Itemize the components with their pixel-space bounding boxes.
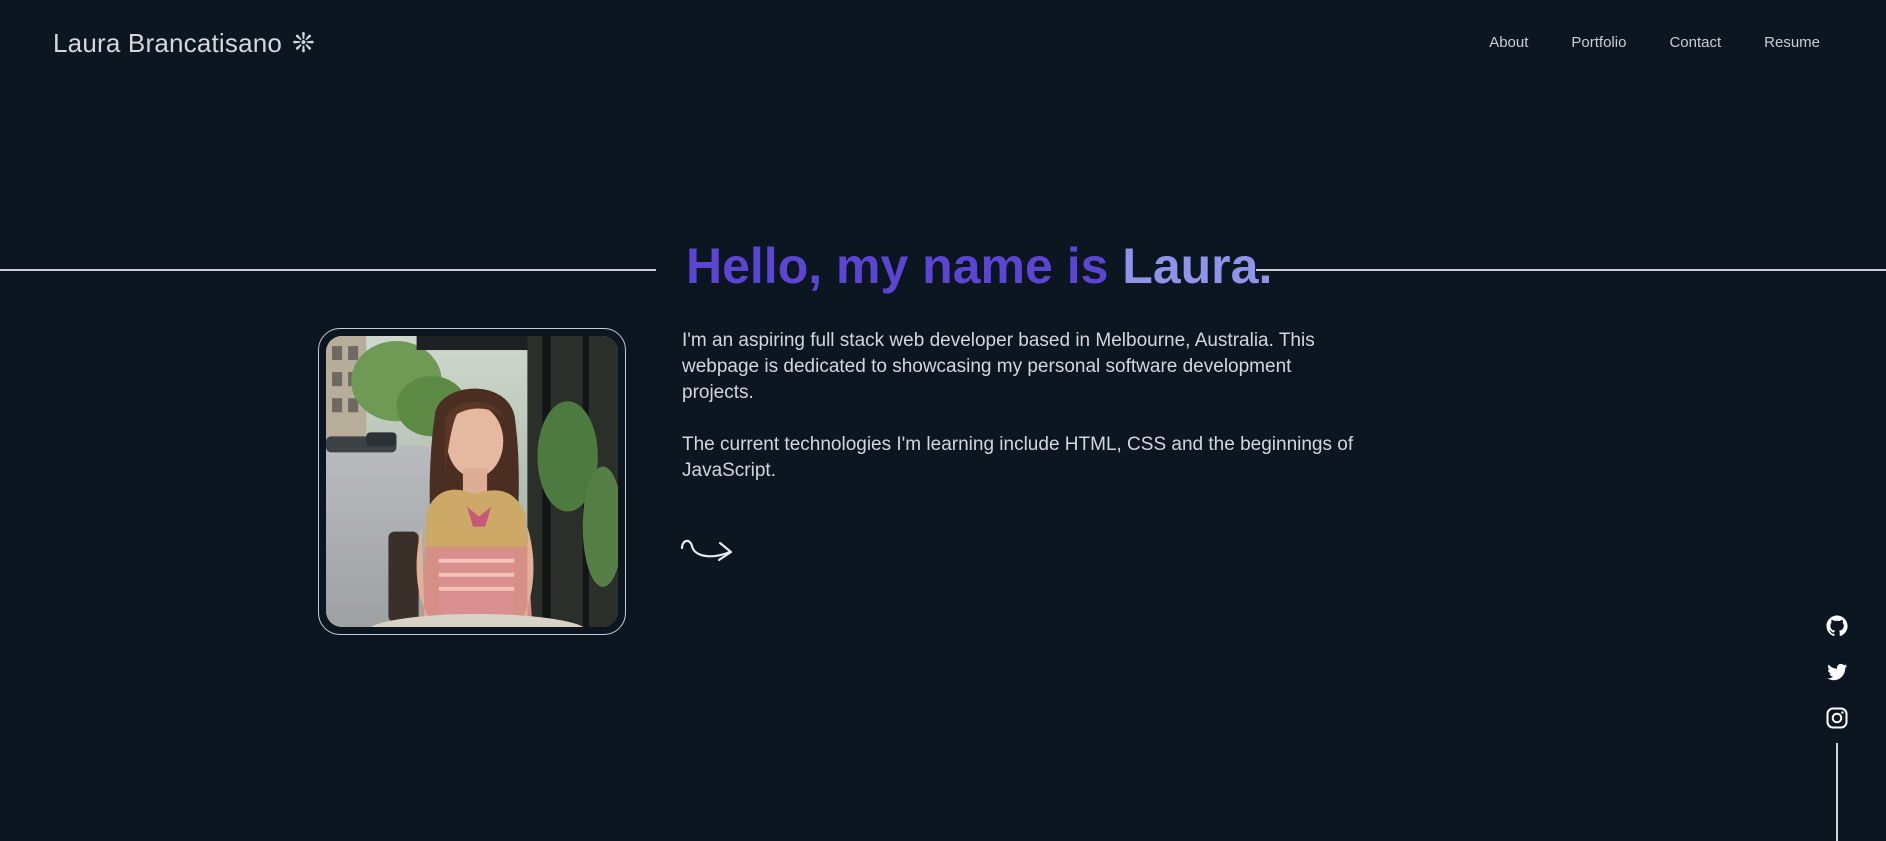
social-divider <box>1836 743 1838 841</box>
github-icon[interactable] <box>1825 614 1849 638</box>
profile-photo-frame <box>318 328 626 635</box>
social-links <box>1824 614 1850 730</box>
profile-photo <box>326 336 618 627</box>
hero-divider-left <box>0 269 656 271</box>
logo-text: Laura Brancatisano <box>53 28 283 58</box>
bio: I'm an aspiring full stack web developer… <box>682 328 1362 484</box>
page: Laura Brancatisano ❊ About Portfolio Con… <box>0 0 1886 841</box>
nav-link-portfolio[interactable]: Portfolio <box>1571 34 1626 51</box>
bio-paragraph-1: I'm an aspiring full stack web developer… <box>682 330 1315 403</box>
hero-divider-right <box>1256 269 1886 271</box>
profile-photo-image <box>326 336 618 627</box>
nav-link-contact[interactable]: Contact <box>1669 34 1721 51</box>
main-nav: About Portfolio Contact Resume <box>1489 34 1820 51</box>
hero-title-name: Laura. <box>1122 238 1273 294</box>
arrow-right-icon[interactable] <box>680 534 734 564</box>
twitter-icon[interactable] <box>1825 660 1849 684</box>
hero-title-prefix: Hello, my name is <box>686 238 1123 294</box>
logo[interactable]: Laura Brancatisano ❊ <box>53 28 315 59</box>
bio-paragraph-2: The current technologies I'm learning in… <box>682 434 1354 481</box>
nav-link-resume[interactable]: Resume <box>1764 34 1820 51</box>
asterisk-icon: ❊ <box>292 28 315 58</box>
nav-link-about[interactable]: About <box>1489 34 1528 51</box>
instagram-icon[interactable] <box>1825 706 1849 730</box>
hero-title: Hello, my name is Laura. <box>686 236 1272 296</box>
